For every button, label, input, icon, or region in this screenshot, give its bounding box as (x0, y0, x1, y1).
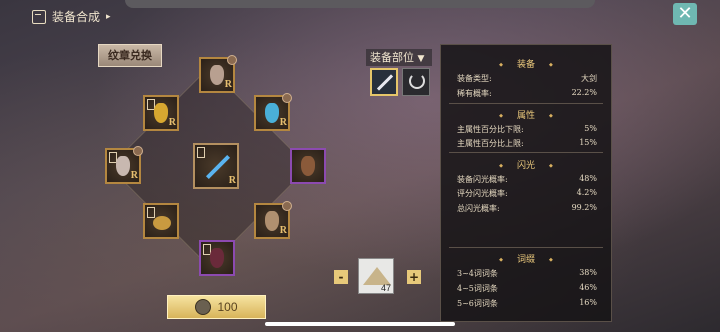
coin-icon (195, 299, 212, 315)
info-panel: 装备 装备类型: 大剑 稀有概率: 22.2% 属性 主属性百分比下限: 5% … (440, 44, 612, 322)
greatsword-icon (205, 154, 231, 180)
info-row: 稀有概率: 22.2% (457, 88, 597, 99)
slot-badge (282, 201, 292, 211)
chevron-down-icon: ▼ (417, 54, 425, 64)
section-affix-title: 词缀 (441, 252, 611, 265)
emblem-exchange-button[interactable]: 纹章兑换 (98, 44, 162, 67)
slot-gloves[interactable]: R (105, 146, 143, 184)
row-label: 3~4词词条 (457, 269, 498, 278)
part-weapon-tab[interactable] (370, 68, 398, 96)
info-row: 装备类型: 大剑 (457, 73, 597, 84)
slot-weapon[interactable]: R (193, 143, 239, 189)
slot-shoulder[interactable]: R (254, 93, 292, 131)
row-label: 装备闪光概率: (457, 175, 508, 184)
gauntlet-icon (116, 156, 130, 176)
row-value: 46% (579, 283, 597, 292)
rarity-mark: R (130, 170, 138, 181)
row-value: 4.2% (576, 188, 597, 197)
slot-backpack[interactable] (290, 148, 326, 184)
boots-icon (210, 248, 224, 268)
slot-helmet[interactable]: R (199, 55, 237, 93)
ring-icon (153, 216, 171, 230)
divider (449, 152, 603, 153)
armor-icon (154, 103, 168, 123)
row-value: 38% (579, 268, 597, 277)
slot-boots[interactable] (199, 240, 235, 276)
close-button[interactable]: ✕ (673, 3, 697, 25)
row-label: 总闪光概率: (457, 204, 500, 213)
decrease-button[interactable]: - (334, 270, 348, 284)
info-row: 4~5词词条 46% (457, 283, 597, 294)
backpack-icon (301, 156, 315, 176)
equip-part-label: 装备部位 (370, 51, 414, 64)
slot-badge (133, 146, 143, 156)
top-notch (125, 0, 595, 8)
row-label: 5~6词词条 (457, 299, 498, 308)
rarity-mark: R (228, 175, 236, 186)
material-count: 47 (380, 283, 391, 293)
sword-icon (376, 74, 394, 91)
slot-badge (227, 55, 237, 65)
info-row: 评分闪光概率: 4.2% (457, 188, 597, 199)
bracer-icon (265, 211, 279, 231)
info-row: 装备闪光概率: 48% (457, 174, 597, 185)
info-row: 5~6词词条 16% (457, 298, 597, 309)
necklace-icon (409, 73, 425, 89)
info-row: 主属性百分比上限: 15% (457, 138, 597, 149)
row-value: 22.2% (571, 88, 597, 97)
slot-bracer[interactable]: R (254, 201, 292, 239)
cost-value: 100 (217, 300, 238, 314)
rarity-mark: R (224, 79, 232, 90)
forge-icon (32, 9, 46, 24)
helmet-icon (210, 65, 224, 85)
equip-part-dropdown[interactable]: 装备部位 ▼ (366, 49, 432, 66)
slot-ring[interactable] (143, 203, 179, 239)
info-row: 总闪光概率: 99.2% (457, 203, 597, 214)
info-row: 主属性百分比下限: 5% (457, 124, 597, 135)
row-label: 装备类型: (457, 74, 492, 83)
section-attribute-title: 属性 (441, 108, 611, 121)
slot-badge (282, 93, 292, 103)
increase-button[interactable]: + (407, 270, 421, 284)
title-dot: ▸ (106, 11, 111, 22)
lock-tag-icon (197, 147, 205, 158)
row-label: 稀有概率: (457, 89, 492, 98)
row-value: 15% (579, 138, 597, 147)
top-bar: 装备合成 ▸ ✕ (0, 0, 720, 34)
row-value: 48% (579, 174, 597, 183)
row-value: 99.2% (571, 203, 597, 212)
row-label: 4~5词词条 (457, 284, 498, 293)
page-title: 装备合成 (52, 10, 101, 24)
part-necklace-tab[interactable] (402, 68, 430, 96)
rarity-mark: R (168, 117, 176, 128)
synthesize-button[interactable]: 100 (167, 295, 266, 319)
header: 装备合成 ▸ (32, 8, 111, 25)
info-row: 3~4词词条 38% (457, 268, 597, 279)
row-label: 评分闪光概率: (457, 189, 508, 198)
row-value: 5% (584, 124, 597, 133)
lock-tag-icon (147, 207, 155, 218)
row-value: 16% (579, 298, 597, 307)
close-icon: ✕ (677, 3, 693, 24)
section-equipment-title: 装备 (441, 57, 611, 70)
shoulder-icon (265, 103, 279, 123)
rarity-mark: R (279, 225, 287, 236)
row-value: 大剑 (581, 74, 597, 83)
material-slot[interactable]: 47 (358, 258, 394, 294)
row-label: 主属性百分比上限: (457, 139, 524, 148)
divider (449, 247, 603, 248)
row-label: 主属性百分比下限: (457, 125, 524, 134)
section-flash-title: 闪光 (441, 158, 611, 171)
rarity-mark: R (279, 117, 287, 128)
slot-armor[interactable]: R (143, 95, 179, 131)
divider (449, 103, 603, 104)
home-indicator[interactable] (265, 322, 455, 326)
